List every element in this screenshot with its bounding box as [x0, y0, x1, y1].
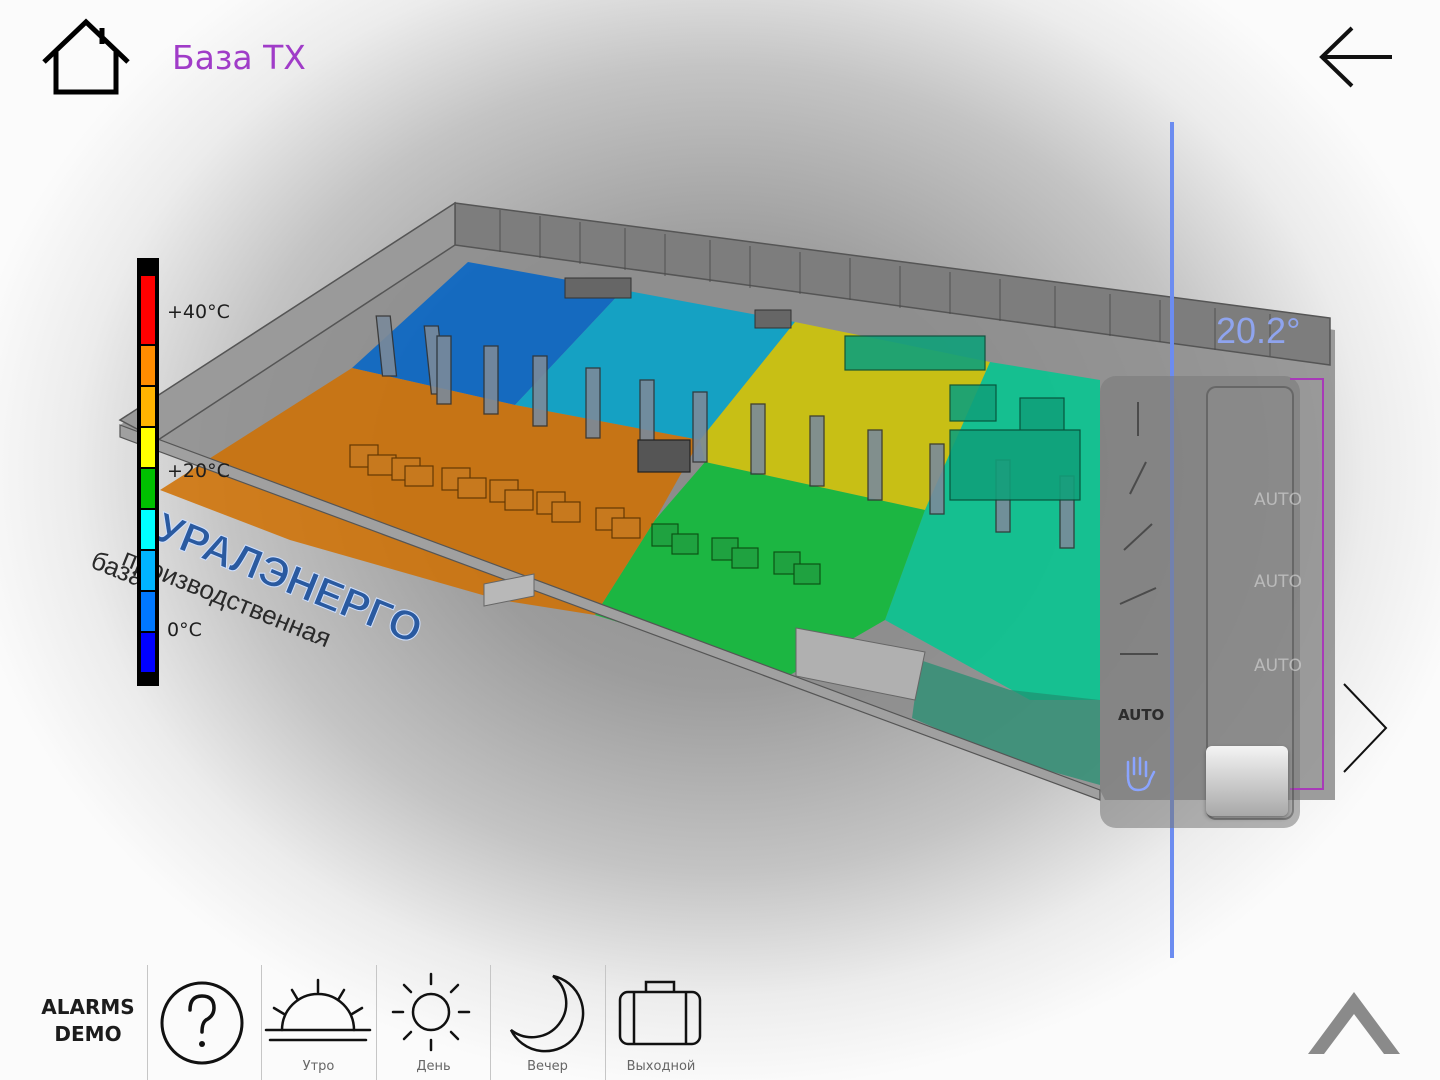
manual-hand-icon[interactable]: [1120, 754, 1158, 794]
legend-color-segment: [141, 276, 155, 344]
help-button[interactable]: [156, 970, 248, 1080]
thermostat-temperature: 20.2°: [1216, 310, 1301, 351]
chevron-right-icon: [1343, 683, 1388, 773]
scene-evening-label: Вечер: [527, 1059, 568, 1074]
sun-icon: [391, 972, 471, 1052]
moon-icon: [509, 974, 585, 1053]
question-icon: [160, 981, 244, 1065]
fan-level-label-1: AUTO: [1254, 490, 1302, 510]
legend-color-segment: [141, 387, 155, 426]
scene-weekend-button[interactable]: Выходной: [606, 970, 716, 1080]
scene-morning-button[interactable]: Утро: [262, 970, 375, 1080]
mode-position-3: [1123, 523, 1153, 551]
alarms-demo-button[interactable]: ALARMS DEMO: [36, 994, 140, 1048]
scene-morning-label: Утро: [302, 1059, 335, 1074]
legend-label-40: +40°C: [167, 301, 230, 323]
legend-color-segment: [141, 551, 155, 590]
alarms-label: ALARMS: [41, 995, 135, 1019]
scene-weekend-label: Выходной: [626, 1059, 696, 1074]
mode-selector[interactable]: [1108, 390, 1172, 710]
legend-color-segment: [141, 428, 155, 467]
legend-color-segment: [141, 469, 155, 508]
mode-position-4: [1119, 587, 1157, 605]
sunrise-icon: [264, 978, 372, 1042]
scene-evening-button[interactable]: Вечер: [491, 970, 604, 1080]
legend-label-20: +20°C: [167, 460, 230, 482]
legend-color-segment: [141, 592, 155, 631]
scene-day-button[interactable]: День: [377, 970, 490, 1080]
fan-level-label-3: AUTO: [1254, 656, 1302, 676]
legend-color-segment: [141, 510, 155, 549]
wall-unit: [564, 277, 632, 299]
wall-unit-2: [754, 309, 792, 329]
legend-color-segment: [141, 633, 155, 672]
expand-panel-button[interactable]: [1304, 988, 1404, 1058]
demo-label: DEMO: [54, 1022, 122, 1046]
scene-day-label: День: [416, 1059, 451, 1074]
next-button[interactable]: [1336, 680, 1396, 776]
mode-auto-label[interactable]: AUTO: [1118, 706, 1164, 724]
suitcase-icon: [618, 980, 702, 1046]
legend-color-segment: [141, 346, 155, 385]
temperature-legend-bar: [137, 258, 159, 686]
machine-unit: [637, 439, 691, 473]
mode-position-2: [1129, 461, 1147, 495]
chevron-up-icon: [1308, 992, 1400, 1054]
divider: [147, 965, 148, 1080]
legend-label-0: 0°C: [167, 619, 202, 641]
fan-level-label-2: AUTO: [1254, 572, 1302, 592]
fan-speed-knob[interactable]: [1206, 746, 1288, 816]
